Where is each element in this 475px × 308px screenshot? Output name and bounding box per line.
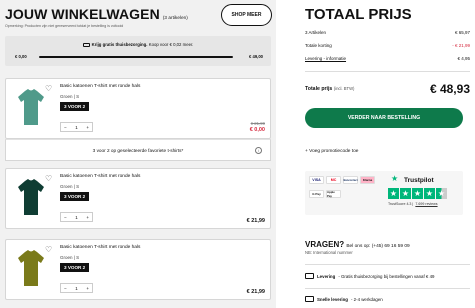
heart-icon[interactable]: ♡ xyxy=(45,245,52,254)
trustpilot-reviews-link[interactable]: 7.699 reviews xyxy=(415,202,437,206)
help-note: NB: International nummer xyxy=(305,250,353,255)
cart-item: ♡ Basic katoenen T-shirt met ronde hals … xyxy=(5,78,271,139)
tshirt-image xyxy=(18,89,44,125)
truck-icon xyxy=(305,273,314,279)
star-half-icon: ★ xyxy=(436,188,447,199)
divider xyxy=(305,288,470,289)
quantity-value: 1 xyxy=(75,214,78,220)
discount-price: € 0,00 xyxy=(249,127,265,133)
add-promo-code-link[interactable]: + Voeg promotiecode toe xyxy=(305,149,358,154)
cart-item: ♡ Basic katoenen T-shirt met ronde hals … xyxy=(5,168,271,229)
quantity-stepper[interactable]: − 1 + xyxy=(60,122,93,132)
help-title: VRAGEN? Bel ons op: (+45) 69 16 59 09 xyxy=(305,240,410,249)
plus-icon[interactable]: + xyxy=(86,215,89,220)
divider xyxy=(305,264,470,265)
product-name[interactable]: Basic katoenen T-shirt met ronde hals xyxy=(60,245,140,250)
delivery-row: Levering - informatie € 4,95 xyxy=(305,56,470,61)
cart-disclaimer: Opmerking: Producten zijn niet gereserve… xyxy=(5,24,124,28)
star-icon: ★ xyxy=(412,188,423,199)
minus-icon[interactable]: − xyxy=(64,215,67,220)
shipping-rest: Koop voor € 0,02 meer. xyxy=(148,42,194,47)
fast-delivery-note: Snelle levering - 2-4 werkdagen xyxy=(305,296,470,302)
trustpilot-stars: ★ ★ ★ ★ ★ xyxy=(388,188,447,199)
cart-title: JOUW WINKELWAGEN (3 artikelen) xyxy=(5,6,188,22)
minus-icon[interactable]: − xyxy=(64,125,67,130)
divider xyxy=(305,71,470,72)
quantity-value: 1 xyxy=(75,124,78,130)
bancontact-icon: Bancontact xyxy=(343,176,358,184)
shipping-end: € 49,00 xyxy=(249,54,263,59)
trustpilot-star-icon: ★ xyxy=(391,174,399,183)
star-icon: ★ xyxy=(400,188,411,199)
totals-title: TOTAAL PRIJS xyxy=(305,6,412,23)
product-variant: Groen | S xyxy=(60,184,80,189)
visa-icon: VISA xyxy=(309,176,324,184)
tshirt-image xyxy=(18,179,44,215)
total-row: Totale prijs (incl. BTW) € 48,93 xyxy=(305,82,470,96)
quantity-value: 1 xyxy=(75,285,78,291)
product-name[interactable]: Basic katoenen T-shirt met ronde hals xyxy=(60,174,140,179)
shipping-start: € 0,00 xyxy=(15,54,27,59)
info-icon[interactable]: i xyxy=(255,147,262,154)
item-price: € 21,99 xyxy=(246,218,265,224)
promo-badge: 3 VOOR 2 xyxy=(60,102,90,111)
shipping-bar-fill xyxy=(39,56,233,58)
minus-icon[interactable]: − xyxy=(64,286,67,291)
heart-icon[interactable]: ♡ xyxy=(45,84,52,93)
discount-row: Totale korting - € 21,99 xyxy=(305,43,470,48)
original-price: € 21,99 xyxy=(250,121,265,126)
google-pay-icon: G Pay xyxy=(309,190,324,198)
shipping-bold: Krijg gratis thuisbezorging. xyxy=(91,42,148,47)
checkout-button[interactable]: VERDER NAAR BESTELLING xyxy=(305,108,463,128)
klarna-icon: Klarna xyxy=(360,176,375,184)
quantity-stepper[interactable]: − 1 + xyxy=(60,283,93,293)
shop-more-button[interactable]: SHOP MEER xyxy=(221,4,272,26)
promo-badge: 3 VOOR 2 xyxy=(60,263,90,272)
total-price: € 48,93 xyxy=(429,82,470,96)
trustpilot-label: Trustpilot xyxy=(404,177,434,184)
star-icon: ★ xyxy=(424,188,435,199)
free-shipping-progress: Krijg gratis thuisbezorging. Koop voor €… xyxy=(5,36,271,66)
cart-item: ♡ Basic katoenen T-shirt met ronde hals … xyxy=(5,239,271,300)
truck-icon xyxy=(82,42,90,47)
product-name[interactable]: Basic katoenen T-shirt met ronde hals xyxy=(60,84,140,89)
payment-methods: VISA MC Bancontact Klarna G Pay Apple Pa… xyxy=(305,171,463,215)
apple-pay-icon: Apple Pay xyxy=(326,190,341,198)
cart-panel: JOUW WINKELWAGEN (3 artikelen) Opmerking:… xyxy=(0,0,276,308)
heart-icon[interactable]: ♡ xyxy=(45,174,52,183)
product-variant: Groen | S xyxy=(60,94,80,99)
delivery-info-link[interactable]: Levering - informatie xyxy=(305,56,346,61)
totals-panel: TOTAAL PRIJS 3 Artikelen € 65,97 Totale k… xyxy=(288,0,475,308)
plus-icon[interactable]: + xyxy=(86,286,89,291)
promo-note: 3 voor 2 op geselecteerde favoriete t-sh… xyxy=(5,139,271,161)
articles-row: 3 Artikelen € 65,97 xyxy=(305,30,470,35)
promo-badge: 3 VOOR 2 xyxy=(60,192,90,201)
star-icon: ★ xyxy=(388,188,399,199)
tshirt-image xyxy=(18,250,44,286)
trustpilot-score: TrustScore 4.3 | 7.699 reviews xyxy=(388,202,438,206)
mastercard-icon: MC xyxy=(326,176,341,184)
fast-truck-icon xyxy=(305,296,314,302)
shipping-bar xyxy=(39,56,233,58)
quantity-stepper[interactable]: − 1 + xyxy=(60,212,93,222)
cart-count: (3 artikelen) xyxy=(162,15,188,20)
product-variant: Groen | S xyxy=(60,255,80,260)
plus-icon[interactable]: + xyxy=(86,125,89,130)
delivery-note: Levering - Gratis thuisbezorging bij best… xyxy=(305,273,470,279)
promo-note-text: 3 voor 2 op geselecteerde favoriete t-sh… xyxy=(92,147,184,153)
help-phone[interactable]: Bel ons op: (+45) 69 16 59 09 xyxy=(346,244,409,249)
item-price: € 21,99 xyxy=(246,289,265,295)
